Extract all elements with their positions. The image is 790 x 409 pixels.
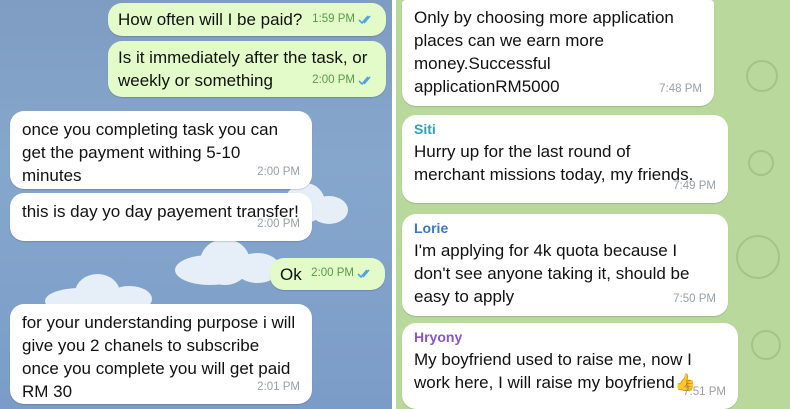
- sender-name[interactable]: Siti: [414, 120, 716, 138]
- doodle-decoration: [748, 150, 774, 176]
- message-time: 2:01 PM: [257, 381, 300, 393]
- double-check-icon: [357, 268, 370, 278]
- message-meta: 2:00 PM: [311, 262, 373, 285]
- message-meta: 7:49 PM: [673, 175, 716, 198]
- message-meta: 2:00 PM: [257, 161, 300, 184]
- message-meta: 1:59 PM: [312, 8, 374, 31]
- message-text: My boyfriend used to raise me, now I wor…: [414, 350, 696, 392]
- message-bubble-incoming[interactable]: once you completing task you can get the…: [10, 111, 312, 189]
- message-bubble-incoming[interactable]: for your understanding purpose i will gi…: [10, 304, 312, 404]
- message-time: 2:00 PM: [257, 218, 300, 230]
- message-bubble-outgoing[interactable]: Ok 2:00 PM: [270, 258, 385, 290]
- message-meta: 7:48 PM: [659, 78, 702, 101]
- message-text: Hurry up for the last round of merchant …: [414, 142, 694, 184]
- message-meta: 7:51 PM: [683, 381, 726, 404]
- message-bubble-outgoing[interactable]: How often will I be paid? 1:59 PM: [108, 3, 386, 36]
- message-time: 2:00 PM: [312, 74, 355, 86]
- message-meta: 2:01 PM: [257, 376, 300, 399]
- message-bubble-incoming[interactable]: Lorie I'm applying for 4k quota because …: [402, 214, 728, 316]
- cloud-decoration: [175, 235, 285, 290]
- doodle-decoration: [746, 60, 778, 92]
- message-time: 2:00 PM: [311, 267, 354, 279]
- message-time: 7:48 PM: [659, 83, 702, 95]
- message-text: I'm applying for 4k quota because I don'…: [414, 241, 690, 306]
- message-time: 7:49 PM: [673, 180, 716, 192]
- message-time: 7:50 PM: [673, 293, 716, 305]
- message-meta: 7:50 PM: [673, 288, 716, 311]
- double-check-icon: [358, 14, 371, 24]
- double-check-icon: [358, 75, 371, 85]
- message-bubble-incoming[interactable]: Hryony My boyfriend used to raise me, no…: [402, 323, 738, 409]
- doodle-decoration: [736, 235, 780, 279]
- message-time: 7:51 PM: [683, 386, 726, 398]
- message-bubble-incoming[interactable]: Only by choosing more application places…: [402, 0, 714, 106]
- message-bubble-outgoing[interactable]: Is it immediately after the task, or wee…: [108, 41, 386, 97]
- message-bubble-incoming[interactable]: this is day yo day payement transfer! 2:…: [10, 193, 312, 241]
- left-chat-panel: How often will I be paid? 1:59 PM Is it …: [0, 0, 392, 409]
- sender-name[interactable]: Lorie: [414, 219, 716, 237]
- sender-name[interactable]: Hryony: [414, 328, 726, 346]
- right-chat-panel: Only by choosing more application places…: [396, 0, 790, 409]
- doodle-decoration: [751, 330, 781, 360]
- message-meta: 2:00 PM: [312, 69, 374, 92]
- message-time: 1:59 PM: [312, 13, 355, 25]
- message-bubble-incoming[interactable]: Siti Hurry up for the last round of merc…: [402, 115, 728, 203]
- message-meta: 2:00 PM: [257, 213, 300, 236]
- message-time: 2:00 PM: [257, 166, 300, 178]
